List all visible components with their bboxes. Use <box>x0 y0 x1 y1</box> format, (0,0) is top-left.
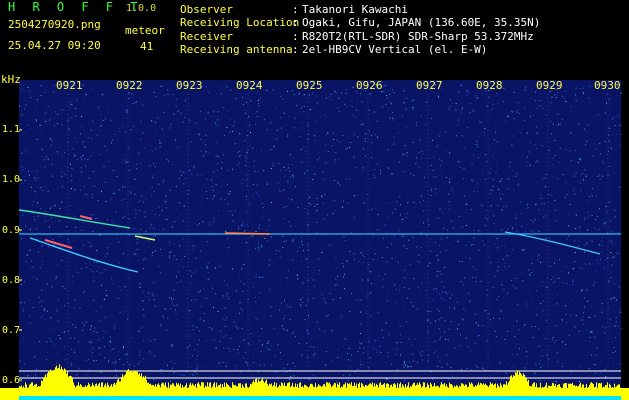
image-filename: 2504270920.png <box>8 18 101 31</box>
time-label-0930: 0930 <box>594 79 621 92</box>
observation-datetime: 25.04.27 09:20 <box>8 39 101 52</box>
info-row-receiver: Receiver: R820T2(RTL-SDR) SDR-Sharp 53.37… <box>180 30 540 43</box>
info-row-observer: Observer: Takanori Kawachi <box>180 3 540 16</box>
time-label-0926: 0926 <box>356 79 383 92</box>
info-label: Receiver <box>180 29 233 43</box>
time-label-0924: 0924 <box>236 79 263 92</box>
info-separator: : <box>292 29 299 43</box>
time-label-0921: 0921 <box>56 79 83 92</box>
freq-label-1-1: 1.1 <box>2 124 21 135</box>
hroft-window: H R O F F T 1.0.0 2504270920.png 25.04.2… <box>0 0 629 400</box>
time-label-0927: 0927 <box>416 79 443 92</box>
info-value: Ogaki, Gifu, JAPAN (136.60E, 35.35N) <box>302 16 541 30</box>
freq-label-1-0: 1.0 <box>2 174 21 185</box>
spectrogram <box>0 80 629 400</box>
info-row-antenna: Receiving antenna: 2el-HB9CV Vertical (el… <box>180 43 540 56</box>
freq-label-0-9: 0.9 <box>2 225 21 236</box>
info-label: Observer <box>180 3 233 16</box>
meteor-count-value: 41 <box>140 40 154 53</box>
station-info: Observer: Takanori Kawachi Receiving Loca… <box>180 3 540 56</box>
frequency-unit-label: kHz <box>1 73 21 86</box>
info-value: Takanori Kawachi <box>302 3 408 16</box>
info-row-location: Receiving Location: Ogaki, Gifu, JAPAN (1… <box>180 16 540 29</box>
info-label: Receiving Location <box>180 16 300 30</box>
spectrogram-background <box>19 80 621 400</box>
info-value: 2el-HB9CV Vertical (el. E-W) <box>302 42 488 56</box>
info-label: Receiving antenna <box>180 42 293 56</box>
freq-label-0-6: 0.6 <box>2 375 21 386</box>
app-version: 1.0.0 <box>126 3 157 14</box>
info-separator: : <box>292 3 299 16</box>
time-label-0923: 0923 <box>176 79 203 92</box>
app-name: H R O F F T <box>8 0 143 14</box>
time-label-0925: 0925 <box>296 79 323 92</box>
info-value: R820T2(RTL-SDR) SDR-Sharp 53.372MHz <box>302 29 534 43</box>
info-separator: : <box>292 16 299 30</box>
freq-label-0-8: 0.8 <box>2 275 21 286</box>
time-label-0922: 0922 <box>116 79 143 92</box>
freq-label-0-7: 0.7 <box>2 325 21 336</box>
info-separator: : <box>292 42 299 56</box>
time-label-0928: 0928 <box>476 79 503 92</box>
meteor-count-label: meteor <box>125 24 165 37</box>
time-label-0929: 0929 <box>536 79 563 92</box>
